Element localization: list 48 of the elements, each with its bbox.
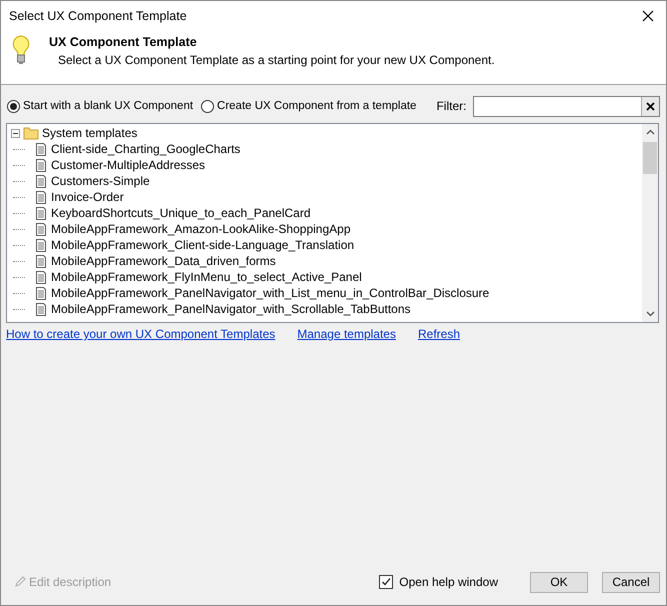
radio-option[interactable]: Create UX Component from a template xyxy=(201,100,416,112)
folder-icon xyxy=(23,126,39,140)
tree-item[interactable]: MobileAppFramework_Data_driven_forms xyxy=(11,253,638,269)
document-icon xyxy=(34,238,48,252)
tree-item[interactable]: System templates xyxy=(11,125,638,141)
filter-label: Filter: xyxy=(436,99,466,113)
scroll-thumb[interactable] xyxy=(643,142,657,174)
tree-item[interactable]: KeyboardShortcuts_Unique_to_each_PanelCard xyxy=(11,205,638,221)
scroll-up-icon[interactable] xyxy=(646,129,654,135)
tree-item[interactable]: MobileAppFramework_Amazon-LookAlike-ShoppingApp xyxy=(11,221,638,237)
dialog-button[interactable]: OK xyxy=(530,572,588,592)
link[interactable]: Manage templates xyxy=(297,327,396,341)
clear-button[interactable] xyxy=(641,96,659,116)
filter-field[interactable] xyxy=(473,96,660,116)
close-icon xyxy=(642,10,654,22)
tree-item[interactable]: MobileAppFramework_FlyInMenu_to_select_Active_Panel xyxy=(11,269,638,285)
lightbulb-icon xyxy=(11,35,31,67)
header-subtitle: Select a UX Component Template as a starting point for your new UX Component. xyxy=(57,53,495,67)
document-icon xyxy=(34,158,48,172)
scrollbar[interactable] xyxy=(642,124,658,322)
document-icon xyxy=(34,270,48,284)
collapse-icon[interactable] xyxy=(11,128,20,138)
tree-item[interactable]: Client-side_Charting_GoogleCharts xyxy=(11,141,638,157)
radio-option[interactable]: Start with a blank UX Component xyxy=(7,100,194,112)
checkbox-label: Open help window xyxy=(399,575,498,589)
tree-item[interactable]: Customers-Simple xyxy=(11,173,638,189)
document-icon xyxy=(34,286,48,300)
dialog-button[interactable]: Cancel xyxy=(602,572,660,592)
checkbox[interactable] xyxy=(379,575,394,589)
document-icon xyxy=(34,222,48,236)
tree-item[interactable]: MobileAppFramework_Client-side-Language_Translation xyxy=(11,237,638,253)
window-title: Select UX Component Template xyxy=(9,9,187,23)
document-icon xyxy=(34,174,48,188)
tree-item[interactable]: MobileAppFramework_PanelNavigator_with_Scrollable_TabButtons xyxy=(11,301,638,317)
document-icon xyxy=(34,190,48,204)
document-icon xyxy=(34,254,48,268)
tree-item[interactable]: Invoice-Order xyxy=(11,189,638,205)
document-icon xyxy=(34,142,48,156)
tree-item[interactable]: MobileAppFramework_PanelNavigator_with_List_menu_in_ControlBar_Disclosure xyxy=(11,285,638,301)
link[interactable]: Refresh xyxy=(418,327,460,341)
scroll-down-icon[interactable] xyxy=(646,311,654,317)
tree-item[interactable]: Customer-MultipleAddresses xyxy=(11,157,638,173)
close-icon xyxy=(646,102,655,110)
document-icon xyxy=(34,302,48,316)
header-title: UX Component Template xyxy=(49,35,198,49)
pencil-icon xyxy=(13,575,27,589)
link[interactable]: How to create your own UX Component Templates xyxy=(6,327,276,341)
document-icon xyxy=(34,206,48,220)
